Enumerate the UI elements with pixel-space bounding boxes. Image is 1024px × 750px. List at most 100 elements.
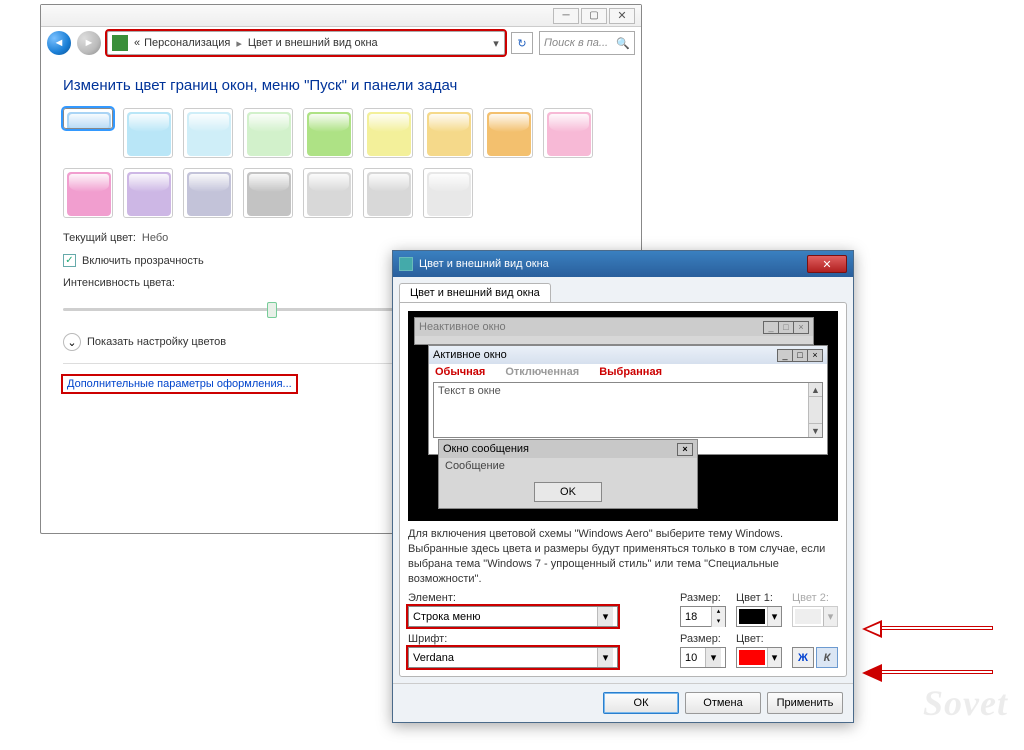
chevron-down-icon: ▾ <box>597 648 613 667</box>
dialog-title: Цвет и внешний вид окна <box>419 258 549 270</box>
chevron-left-icon: ◄ <box>54 37 65 49</box>
window-titlebar: ─ ▢ ✕ <box>41 5 641 27</box>
color1-picker[interactable]: ▾ <box>736 606 782 627</box>
element-size-value: 18 <box>681 611 711 623</box>
dialog-titlebar: Цвет и внешний вид окна ✕ <box>393 251 853 277</box>
preview-msg-title: Окно сообщения <box>443 443 529 455</box>
chevron-down-icon: ⌄ <box>67 336 76 349</box>
color-swatch[interactable] <box>363 168 413 218</box>
color-swatch[interactable] <box>543 108 593 158</box>
mixer-label: Показать настройку цветов <box>87 336 226 348</box>
chevron-right-icon: ► <box>84 37 95 49</box>
minimize-button[interactable]: ─ <box>553 8 579 24</box>
element-size-stepper[interactable]: 18 ▴▾ <box>680 606 726 627</box>
info-note: Для включения цветовой схемы "Windows Ae… <box>408 527 838 586</box>
font-size-select[interactable]: 10 ▾ <box>680 647 726 668</box>
address-bar[interactable]: « Персонализация ▸ Цвет и внешний вид ок… <box>107 31 505 55</box>
step-up-icon[interactable]: ▴ <box>711 607 725 617</box>
color-swatch[interactable] <box>183 108 233 158</box>
element-row: Элемент: Строка меню ▾ Размер: 18 ▴▾ Цве… <box>408 592 838 627</box>
step-down-icon[interactable]: ▾ <box>711 617 725 627</box>
color-swatch[interactable] <box>363 108 413 158</box>
chevron-right-icon: ▸ <box>232 37 246 50</box>
search-placeholder: Поиск в па... <box>544 37 608 49</box>
callout-arrow <box>862 620 992 638</box>
apply-button[interactable]: Применить <box>767 692 843 714</box>
color-swatch[interactable] <box>63 168 113 218</box>
bold-toggle[interactable]: Ж <box>792 647 814 668</box>
slider-thumb[interactable] <box>267 302 277 318</box>
color-swatch[interactable] <box>183 168 233 218</box>
tab-appearance[interactable]: Цвет и внешний вид окна <box>399 283 551 302</box>
font-color-picker[interactable]: ▾ <box>736 647 782 668</box>
scrollbar: ▲▼ <box>808 383 822 437</box>
preview-message-window: Окно сообщения × Сообщение OK <box>438 439 698 509</box>
expand-button[interactable]: ⌄ <box>63 333 81 351</box>
color-swatch[interactable] <box>483 108 533 158</box>
color-swatch[interactable] <box>423 108 473 158</box>
current-color-value: Небо <box>142 232 168 244</box>
maximize-icon: □ <box>778 321 794 334</box>
color-swatch[interactable] <box>123 108 173 158</box>
color2-swatch <box>795 609 821 624</box>
preview-area: Неактивное окно _□× Активное окно _□× Об… <box>408 311 838 521</box>
color-swatch[interactable] <box>243 108 293 158</box>
maximize-button[interactable]: ▢ <box>581 8 607 24</box>
control-panel-icon <box>112 35 128 51</box>
nav-area: ◄ ► « Персонализация ▸ Цвет и внешний ви… <box>41 27 641 59</box>
color-swatch[interactable] <box>303 168 353 218</box>
cancel-button[interactable]: Отмена <box>685 692 761 714</box>
menu-normal: Обычная <box>435 366 485 378</box>
chevron-down-icon: ▾ <box>767 607 781 626</box>
element-select[interactable]: Строка меню ▾ <box>408 606 618 627</box>
font-select[interactable]: Verdana ▾ <box>408 647 618 668</box>
tab-bar: Цвет и внешний вид окна <box>393 277 853 302</box>
preview-ok-button: OK <box>534 482 602 502</box>
minimize-icon: _ <box>777 349 793 362</box>
font-color-label: Цвет: <box>736 633 782 645</box>
chevron-down-icon: ▾ <box>823 607 837 626</box>
back-button[interactable]: ◄ <box>47 31 71 55</box>
breadcrumb-item[interactable]: Персонализация <box>142 37 232 49</box>
chevron-down-icon: ▾ <box>767 648 781 667</box>
refresh-button[interactable]: ↻ <box>511 32 533 54</box>
scroll-up-icon: ▲ <box>809 383 822 397</box>
preview-textbox: Текст в окне ▲▼ <box>433 382 823 438</box>
callout-arrow <box>862 664 992 682</box>
close-icon: × <box>677 443 693 456</box>
close-button[interactable]: ✕ <box>609 8 635 24</box>
preview-active-title: Активное окно <box>433 349 507 361</box>
color2-label: Цвет 2: <box>792 592 838 604</box>
breadcrumb-prefix: « <box>132 37 142 49</box>
menu-selected: Выбранная <box>599 366 662 378</box>
close-button[interactable]: ✕ <box>807 255 847 273</box>
italic-toggle[interactable]: К <box>816 647 838 668</box>
preview-menu: Обычная Отключенная Выбранная <box>429 364 827 380</box>
advanced-appearance-link[interactable]: Дополнительные параметры оформления... <box>63 376 296 392</box>
intensity-slider[interactable] <box>63 299 403 319</box>
maximize-icon: □ <box>792 349 808 362</box>
chevron-down-icon[interactable]: ▾ <box>488 37 504 50</box>
forward-button[interactable]: ► <box>77 31 101 55</box>
transparency-label: Включить прозрачность <box>82 255 204 267</box>
color-swatch[interactable] <box>303 108 353 158</box>
search-icon: 🔍 <box>616 37 630 50</box>
color-swatch[interactable] <box>63 108 113 129</box>
preview-inactive-title: Неактивное окно <box>419 321 506 333</box>
transparency-checkbox[interactable]: ✓ <box>63 254 76 267</box>
preview-inactive-window: Неактивное окно _□× <box>414 317 814 345</box>
element-value: Строка меню <box>413 611 480 623</box>
close-icon: ✕ <box>617 9 626 22</box>
color-swatch[interactable] <box>243 168 293 218</box>
current-color-row: Текущий цвет: Небо <box>63 232 619 244</box>
color-swatch[interactable] <box>123 168 173 218</box>
close-icon: × <box>807 349 823 362</box>
color-swatch[interactable] <box>423 168 473 218</box>
chevron-down-icon: ▾ <box>705 648 721 667</box>
color1-swatch <box>739 609 765 624</box>
intensity-label: Интенсивность цвета: <box>63 277 175 289</box>
ok-button[interactable]: ОК <box>603 692 679 714</box>
breadcrumb-item[interactable]: Цвет и внешний вид окна <box>246 37 380 49</box>
page-heading: Изменить цвет границ окон, меню "Пуск" и… <box>63 77 619 94</box>
search-input[interactable]: Поиск в па... 🔍 <box>539 31 635 55</box>
